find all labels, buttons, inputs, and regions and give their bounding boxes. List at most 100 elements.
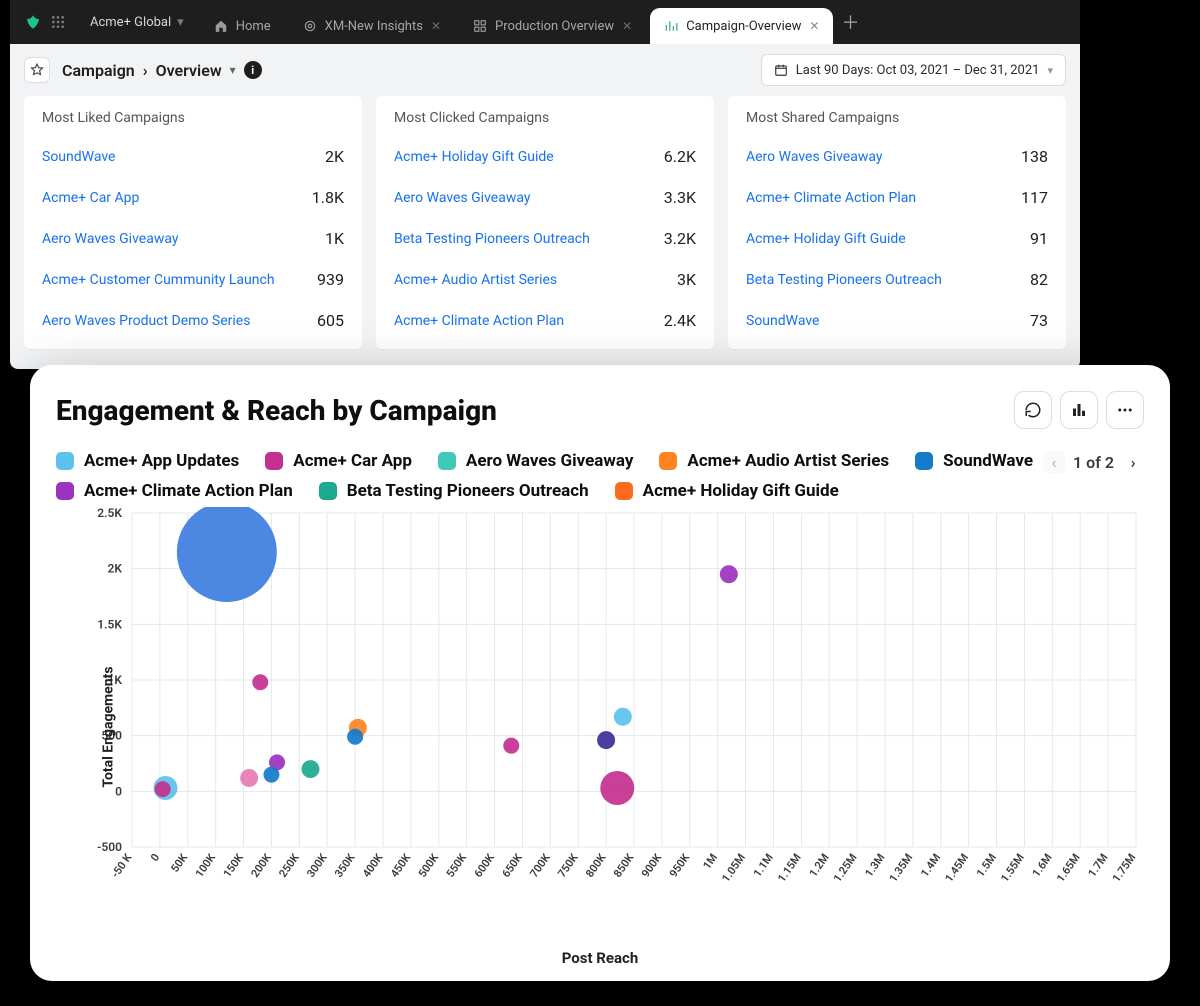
svg-text:700K: 700K (527, 850, 553, 879)
chart-header: Engagement & Reach by Campaign (56, 391, 1144, 429)
metric-value: 1.8K (312, 188, 344, 207)
tab-label: Campaign-Overview (686, 19, 801, 34)
campaign-link[interactable]: Acme+ Climate Action Plan (394, 313, 564, 329)
tab-insights[interactable]: XM-New Insights ✕ (289, 8, 455, 44)
svg-text:900K: 900K (639, 850, 665, 879)
metric-value: 2K (325, 147, 344, 166)
metric-value: 6.2K (664, 147, 696, 166)
date-range-picker[interactable]: Last 90 Days: Oct 03, 2021 – Dec 31, 202… (761, 54, 1066, 86)
campaign-link[interactable]: SoundWave (746, 313, 819, 329)
svg-text:850K: 850K (611, 850, 637, 879)
svg-text:950K: 950K (667, 850, 693, 879)
campaign-link[interactable]: Aero Waves Product Demo Series (42, 313, 250, 329)
chevron-down-icon[interactable]: ▾ (230, 63, 236, 77)
metric-value: 73 (1030, 311, 1048, 330)
campaign-link[interactable]: Acme+ Climate Action Plan (746, 190, 916, 206)
metric-value: 3.2K (664, 229, 696, 248)
list-item: SoundWave 73 (746, 300, 1048, 341)
list-item: Aero Waves Giveaway1K (42, 218, 344, 259)
close-icon[interactable]: ✕ (809, 19, 819, 33)
campaign-link[interactable]: Aero Waves Giveaway (746, 149, 882, 165)
campaign-link[interactable]: Beta Testing Pioneers Outreach (746, 272, 942, 288)
svg-text:0: 0 (148, 851, 162, 864)
chart-ylabel: Total Engagements (101, 666, 117, 787)
legend-item[interactable]: Acme+ App Updates (56, 451, 239, 471)
campaign-link[interactable]: Acme+ Holiday Gift Guide (746, 231, 906, 247)
scatter-plot: -50005001K1.5K2K2.5K-50 K050K100K150K200… (56, 507, 1144, 907)
close-icon[interactable]: ✕ (622, 19, 632, 33)
workspace-switcher[interactable]: Acme+ Global ▾ (76, 15, 198, 30)
svg-text:650K: 650K (499, 850, 525, 879)
svg-text:1.7M: 1.7M (1085, 851, 1110, 879)
card-title: Most Shared Campaigns (746, 110, 1048, 126)
list-item: Acme+ Holiday Gift Guide91 (746, 218, 1048, 259)
legend-label: Acme+ Audio Artist Series (687, 451, 889, 471)
chart-plot[interactable]: Total Engagements -50005001K1.5K2K2.5K-5… (56, 507, 1144, 947)
list-item: Acme+ Climate Action Plan2.4K (394, 300, 696, 341)
app-launcher-icon[interactable] (50, 14, 66, 30)
favorite-toggle[interactable] (24, 57, 50, 83)
tab-production[interactable]: Production Overview ✕ (459, 8, 646, 44)
svg-text:1.4M: 1.4M (918, 851, 943, 879)
grid-icon (473, 19, 487, 33)
metric-value: 82 (1030, 270, 1048, 289)
svg-text:1.05M: 1.05M (719, 851, 748, 884)
tab-campaign-overview[interactable]: Campaign-Overview ✕ (650, 8, 833, 44)
svg-text:550K: 550K (444, 850, 470, 879)
card-most-liked: Most Liked Campaigns SoundWave 2K Acme+ Ca… (24, 96, 362, 349)
campaign-link[interactable]: SoundWave (42, 149, 115, 165)
legend-item[interactable]: Acme+ Car App (265, 451, 412, 471)
legend-item[interactable]: Aero Waves Giveaway (438, 451, 634, 471)
legend-item[interactable]: Acme+ Holiday Gift Guide (615, 481, 839, 501)
campaign-link[interactable]: Aero Waves Giveaway (394, 190, 530, 206)
legend-item[interactable]: SoundWave (915, 451, 1033, 471)
brand-logo-icon (24, 13, 42, 31)
campaign-link[interactable]: Acme+ Car App (42, 190, 139, 206)
tab-bar: Acme+ Global ▾ Home XM-New Insights ✕ Pr… (10, 0, 1080, 44)
breadcrumb-root[interactable]: Campaign (62, 61, 135, 80)
card-rows: Aero Waves Giveaway138Acme+ Climate Acti… (746, 136, 1048, 341)
campaign-link[interactable]: Acme+ Holiday Gift Guide (394, 149, 554, 165)
pager-next[interactable]: › (1122, 451, 1144, 473)
list-item: Aero Waves Product Demo Series605 (42, 300, 344, 341)
breadcrumb-leaf[interactable]: Overview (156, 61, 222, 80)
svg-text:250K: 250K (276, 850, 302, 879)
legend-item[interactable]: Acme+ Audio Artist Series (659, 451, 889, 471)
svg-text:300K: 300K (304, 850, 330, 879)
new-tab-button[interactable]: ＋ (835, 9, 865, 35)
info-icon[interactable]: i (244, 61, 262, 79)
campaign-link[interactable]: Acme+ Audio Artist Series (394, 272, 557, 288)
campaign-link[interactable]: Beta Testing Pioneers Outreach (394, 231, 590, 247)
chart-panel: Engagement & Reach by Campaign Acme+ App… (30, 365, 1170, 981)
svg-text:50K: 50K (168, 850, 190, 874)
more-options-button[interactable] (1106, 391, 1144, 429)
metric-value: 3K (677, 270, 696, 289)
list-item: Acme+ Audio Artist Series 3K (394, 259, 696, 300)
campaign-link[interactable]: Acme+ Customer Cummunity Launch (42, 272, 275, 288)
legend-item[interactable]: Acme+ Climate Action Plan (56, 481, 293, 501)
list-item: Beta Testing Pioneers Outreach 3.2K (394, 218, 696, 259)
tab-label: Production Overview (495, 19, 614, 34)
svg-text:600K: 600K (472, 850, 498, 879)
legend-swatch (56, 482, 74, 500)
pager-prev[interactable]: ‹ (1043, 451, 1065, 473)
legend-label: Aero Waves Giveaway (466, 451, 634, 471)
legend-label: Beta Testing Pioneers Outreach (347, 481, 589, 501)
list-item: Beta Testing Pioneers Outreach 82 (746, 259, 1048, 300)
chart-type-button[interactable] (1060, 391, 1098, 429)
campaign-link[interactable]: Aero Waves Giveaway (42, 231, 178, 247)
chart-xlabel: Post Reach (56, 949, 1144, 967)
refresh-button[interactable] (1014, 391, 1052, 429)
legend-item[interactable]: Beta Testing Pioneers Outreach (319, 481, 589, 501)
svg-text:1.45M: 1.45M (942, 851, 971, 884)
sub-bar: Campaign › Overview ▾ i Last 90 Days: Oc… (10, 44, 1080, 96)
target-icon (303, 19, 317, 33)
close-icon[interactable]: ✕ (431, 19, 441, 33)
tab-home[interactable]: Home (200, 8, 285, 44)
home-icon (214, 19, 228, 33)
card-rows: Acme+ Holiday Gift Guide 6.2K Aero Waves G… (394, 136, 696, 341)
legend-swatch (915, 452, 933, 470)
svg-text:200K: 200K (248, 850, 274, 879)
card-title: Most Liked Campaigns (42, 110, 344, 126)
svg-text:100K: 100K (193, 850, 219, 879)
